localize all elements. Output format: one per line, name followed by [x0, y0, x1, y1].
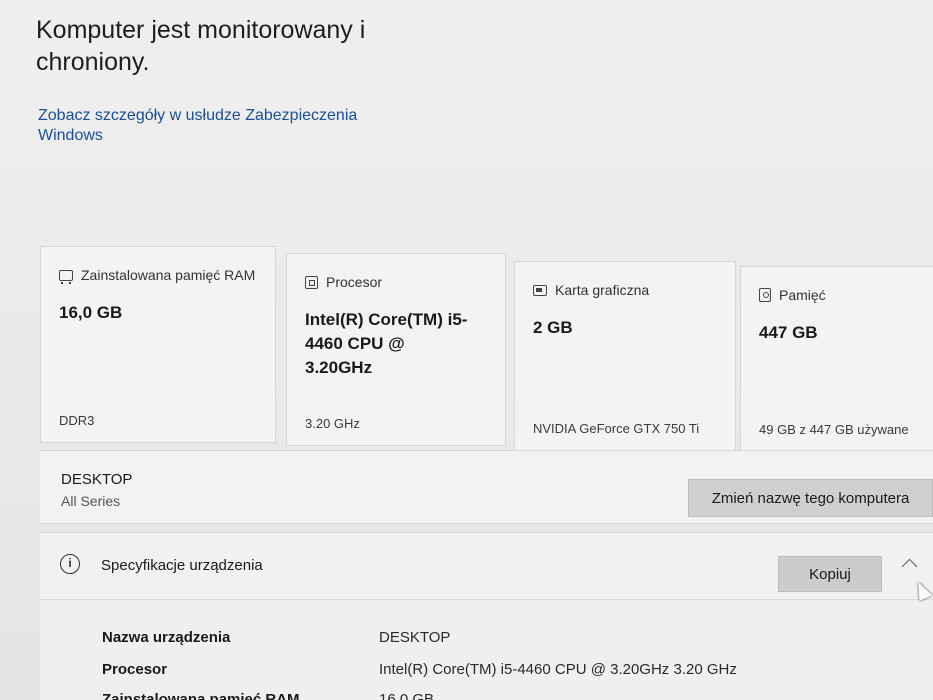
rename-pc-button[interactable]: Zmień nazwę tego komputera	[688, 479, 933, 517]
settings-page: Komputer jest monitorowany i chroniony. …	[0, 0, 933, 700]
storage-card-value: 447 GB	[759, 323, 818, 342]
storage-card-detail: 49 GB z 447 GB używane	[759, 422, 909, 437]
device-specifications-panel: i Specyfikacje urządzenia Kopiuj Nazwa u…	[40, 532, 933, 700]
mouse-pointer-icon	[911, 578, 933, 602]
copy-button[interactable]: Kopiuj	[778, 556, 882, 592]
protection-status-title: Komputer jest monitorowany i chroniony.	[36, 16, 366, 76]
specs-title: Specyfikacje urządzenia	[101, 557, 263, 574]
info-icon: i	[60, 554, 80, 574]
cpu-icon	[305, 275, 318, 289]
graphics-card-card: Karta graficzna 2 GB NVIDIA GeForce GTX …	[514, 261, 736, 451]
spec-label: Nazwa urządzenia	[102, 629, 231, 646]
processor-card-value: Intel(R) Core(TM) i5-4460 CPU @ 3.20GHz	[305, 310, 468, 377]
spec-value: DESKTOP	[379, 629, 451, 646]
device-model: All Series	[61, 493, 121, 509]
device-name: DESKTOP	[61, 471, 133, 488]
spec-value: Intel(R) Core(TM) i5-4460 CPU @ 3.20GHz …	[379, 661, 737, 678]
graphics-card-value: 2 GB	[533, 318, 573, 337]
storage-icon	[759, 288, 771, 302]
storage-card-label: Pamięć	[779, 287, 826, 303]
ram-card-value: 16,0 GB	[59, 303, 123, 322]
device-name-panel: DESKTOP All Series Zmień nazwę tego komp…	[40, 450, 933, 524]
storage-card: Pamięć 447 GB 49 GB z 447 GB używane	[740, 266, 933, 452]
processor-card-detail: 3.20 GHz	[305, 416, 360, 431]
gpu-icon	[533, 284, 547, 296]
chevron-up-icon[interactable]	[901, 558, 918, 575]
ram-icon	[59, 269, 73, 284]
ram-card-detail: DDR3	[59, 413, 95, 428]
ram-card-label: Zainstalowana pamięć RAM	[81, 267, 256, 283]
spec-label: Zainstalowana pamięć RAM	[102, 691, 300, 700]
processor-card: Procesor Intel(R) Core(TM) i5-4460 CPU @…	[286, 253, 506, 446]
ram-card: Zainstalowana pamięć RAM 16,0 GB DDR3	[40, 246, 276, 443]
spec-value: 16,0 GB	[379, 691, 435, 700]
graphics-card-detail: NVIDIA GeForce GTX 750 Ti	[533, 421, 700, 436]
spec-label: Procesor	[102, 661, 168, 678]
graphics-card-label: Karta graficzna	[555, 282, 650, 298]
processor-card-label: Procesor	[326, 274, 383, 290]
specs-header[interactable]: i Specyfikacje urządzenia Kopiuj	[40, 533, 933, 602]
windows-security-link[interactable]: Zobacz szczegóły w usłudze Zabezpieczeni…	[38, 106, 398, 146]
